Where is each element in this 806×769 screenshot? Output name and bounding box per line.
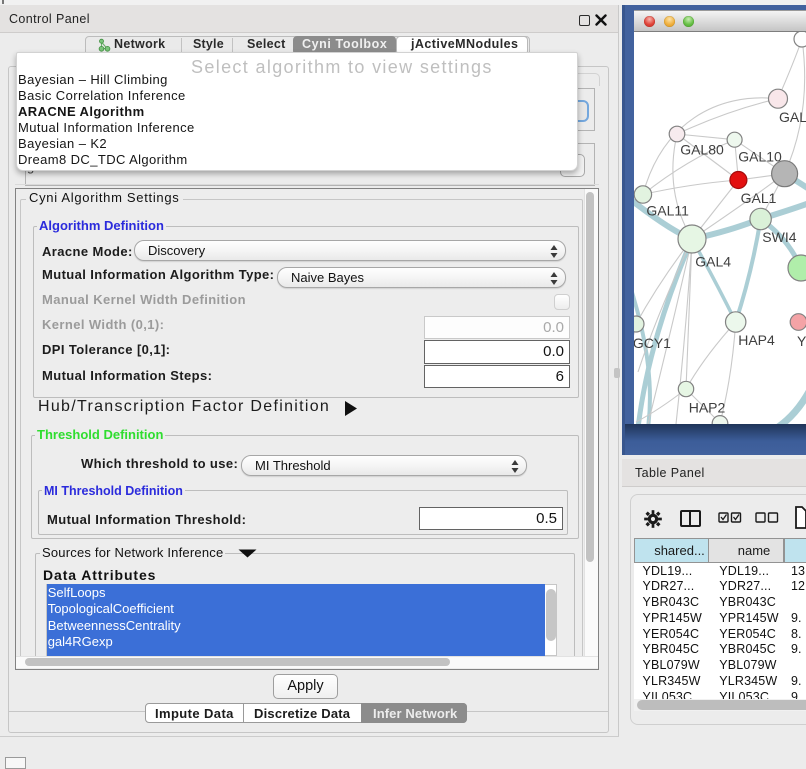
svg-text:HAP4: HAP4 bbox=[738, 332, 775, 348]
svg-text:GAL11: GAL11 bbox=[646, 203, 689, 219]
svg-text:GAL80: GAL80 bbox=[680, 142, 724, 158]
svg-text:YE: YE bbox=[797, 333, 806, 349]
svg-text:GAL4: GAL4 bbox=[695, 254, 731, 270]
svg-text:HAP2: HAP2 bbox=[689, 400, 726, 416]
svg-text:SWI4: SWI4 bbox=[762, 229, 796, 245]
svg-text:GAL1: GAL1 bbox=[741, 190, 777, 206]
svg-text:GCY1: GCY1 bbox=[634, 335, 671, 351]
svg-text:GAL10: GAL10 bbox=[738, 148, 782, 164]
svg-text:GAL7: GAL7 bbox=[779, 109, 806, 125]
